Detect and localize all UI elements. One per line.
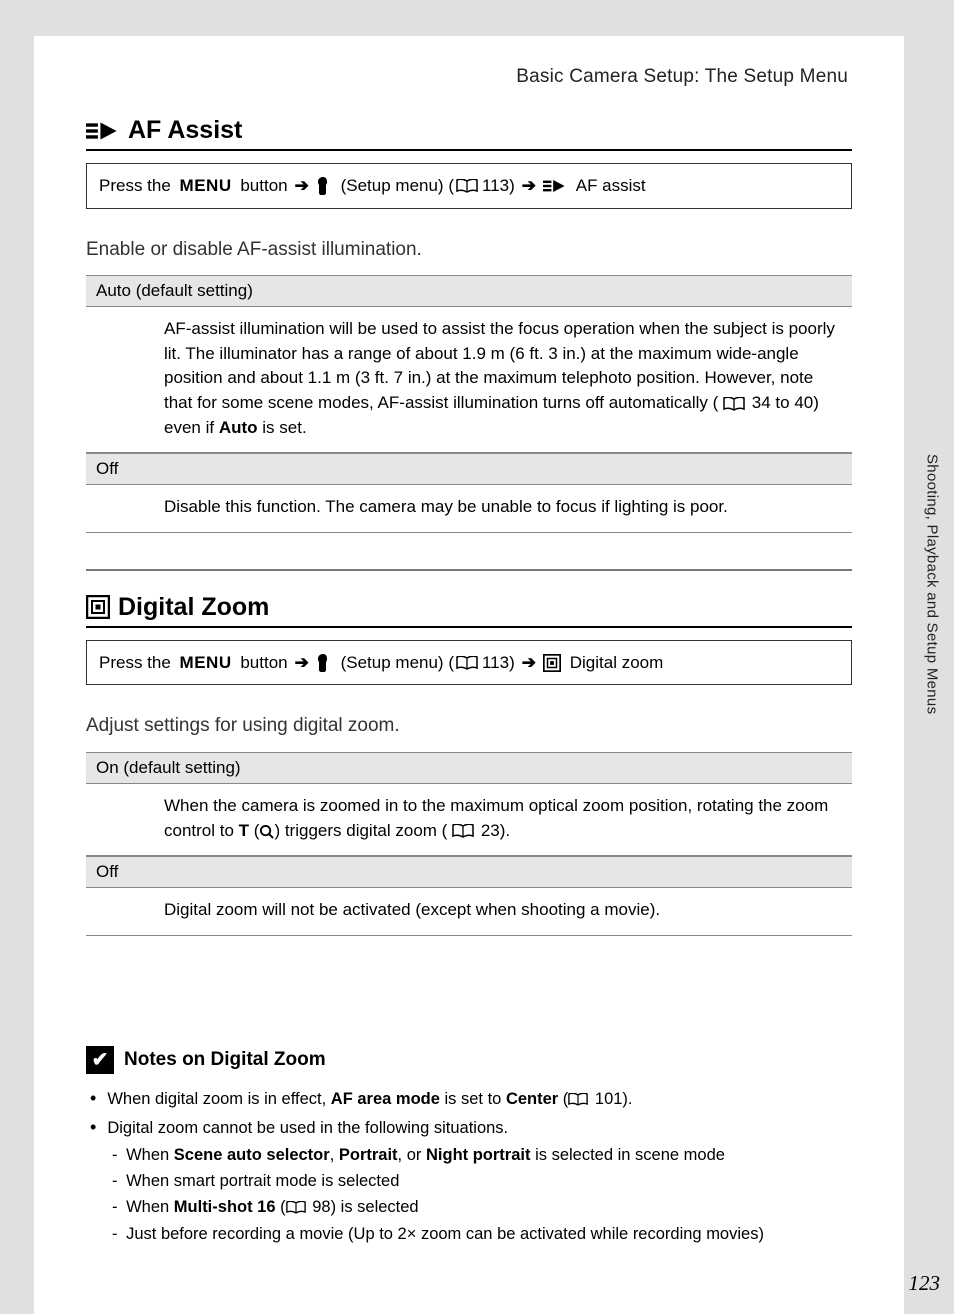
af-assist-icon [86, 119, 120, 143]
wrench-icon [316, 177, 332, 195]
arrow-icon: ➔ [522, 173, 536, 199]
note-item: Digital zoom cannot be used in the follo… [90, 1113, 852, 1247]
note-ref: 98) is selected [312, 1198, 418, 1216]
breadcrumb-digital-zoom: Press the MENU button ➔ (Setup menu) ( 1… [86, 640, 852, 686]
note-text: Digital zoom cannot be used in the follo… [107, 1119, 508, 1137]
note-text: ( [276, 1198, 286, 1216]
note-text: ( [558, 1090, 568, 1108]
digital-zoom-icon [86, 595, 110, 619]
note-ref: 101). [595, 1090, 633, 1108]
note-subitem: When Scene auto selector, Portrait, or N… [112, 1142, 852, 1168]
crumb-text: (Setup menu) ( [341, 173, 454, 199]
note-bold: Scene auto selector [174, 1146, 330, 1164]
note-bold: Night portrait [426, 1146, 531, 1164]
note-bold: AF area mode [331, 1090, 440, 1108]
book-icon [456, 656, 478, 670]
crumb-text: Press the [99, 650, 171, 676]
option-body-auto: AF-assist illumination will be used to a… [86, 307, 852, 453]
option-text: ) triggers digital zoom ( [274, 821, 447, 840]
page-number: 123 [909, 1271, 941, 1296]
zoom-tele-letter: T [239, 821, 249, 840]
menu-button-label: MENU [180, 650, 232, 676]
notes-section: ✔ Notes on Digital Zoom When digital zoo… [86, 1046, 852, 1247]
option-label-off: Off [86, 453, 852, 485]
note-text: When [126, 1198, 174, 1216]
section-intro: Enable or disable AF-assist illumination… [86, 237, 852, 264]
section-intro: Adjust settings for using digital zoom. [86, 713, 852, 740]
section-title: Digital Zoom [118, 593, 269, 622]
option-body-off: Digital zoom will not be activated (exce… [86, 888, 852, 936]
af-assist-icon [543, 178, 567, 194]
option-body-off: Disable this function. The camera may be… [86, 485, 852, 533]
book-icon [723, 397, 745, 411]
arrow-icon: ➔ [295, 173, 309, 199]
option-label-on: On (default setting) [86, 752, 852, 784]
crumb-text: (Setup menu) ( [341, 650, 454, 676]
page-body: Basic Camera Setup: The Setup Menu AF As… [34, 36, 904, 1314]
option-label-auto: Auto (default setting) [86, 275, 852, 307]
note-text: When [126, 1146, 174, 1164]
book-icon [456, 179, 478, 193]
option-table-af-assist: Auto (default setting) AF-assist illumin… [86, 275, 852, 533]
note-subitem: When smart portrait mode is selected [112, 1168, 852, 1194]
magnifier-icon [259, 824, 274, 839]
option-label-off: Off [86, 856, 852, 888]
notes-list: When digital zoom is in effect, AF area … [86, 1084, 852, 1247]
note-text: , or [398, 1146, 426, 1164]
section-heading-digital-zoom: Digital Zoom [86, 593, 852, 628]
section-title: AF Assist [128, 116, 242, 145]
crumb-text: button [240, 650, 287, 676]
chapter-title: Basic Camera Setup: The Setup Menu [86, 66, 852, 88]
note-check-icon: ✔ [86, 1046, 114, 1074]
crumb-ref: 113) [482, 650, 515, 676]
crumb-text: Press the [99, 173, 171, 199]
note-bold: Center [506, 1090, 558, 1108]
option-ref: 23). [481, 821, 510, 840]
section-heading-af-assist: AF Assist [86, 116, 852, 151]
notes-title: Notes on Digital Zoom [124, 1049, 326, 1071]
note-bold: Portrait [339, 1146, 398, 1164]
option-body-on: When the camera is zoomed in to the maxi… [86, 784, 852, 856]
notes-heading: ✔ Notes on Digital Zoom [86, 1046, 852, 1074]
note-subitem: When Multi-shot 16 ( 98) is selected [112, 1194, 852, 1220]
note-sublist: When Scene auto selector, Portrait, or N… [90, 1142, 852, 1248]
digital-zoom-icon [543, 654, 561, 672]
crumb-ref: 113) [482, 173, 515, 199]
book-icon [568, 1093, 588, 1106]
note-text: , [330, 1146, 339, 1164]
breadcrumb-af-assist: Press the MENU button ➔ (Setup menu) ( 1… [86, 163, 852, 209]
crumb-text: AF assist [576, 173, 646, 199]
note-text: is set to [440, 1090, 506, 1108]
note-bold: Multi-shot 16 [174, 1198, 276, 1216]
book-icon [286, 1201, 306, 1214]
menu-button-label: MENU [180, 173, 232, 199]
book-icon [452, 824, 474, 838]
option-text: is set. [262, 418, 306, 437]
option-table-digital-zoom: On (default setting) When the camera is … [86, 752, 852, 936]
arrow-icon: ➔ [522, 650, 536, 676]
note-text: When digital zoom is in effect, [107, 1090, 330, 1108]
option-bold: Auto [219, 418, 258, 437]
arrow-icon: ➔ [295, 650, 309, 676]
crumb-text: button [240, 173, 287, 199]
note-item: When digital zoom is in effect, AF area … [90, 1084, 852, 1113]
note-subitem: Just before recording a movie (Up to 2× … [112, 1221, 852, 1247]
section-divider [86, 569, 852, 571]
wrench-icon [316, 654, 332, 672]
side-tab-label: Shooting, Playback and Setup Menus [920, 454, 944, 784]
note-text: is selected in scene mode [530, 1146, 724, 1164]
crumb-text: Digital zoom [570, 650, 664, 676]
